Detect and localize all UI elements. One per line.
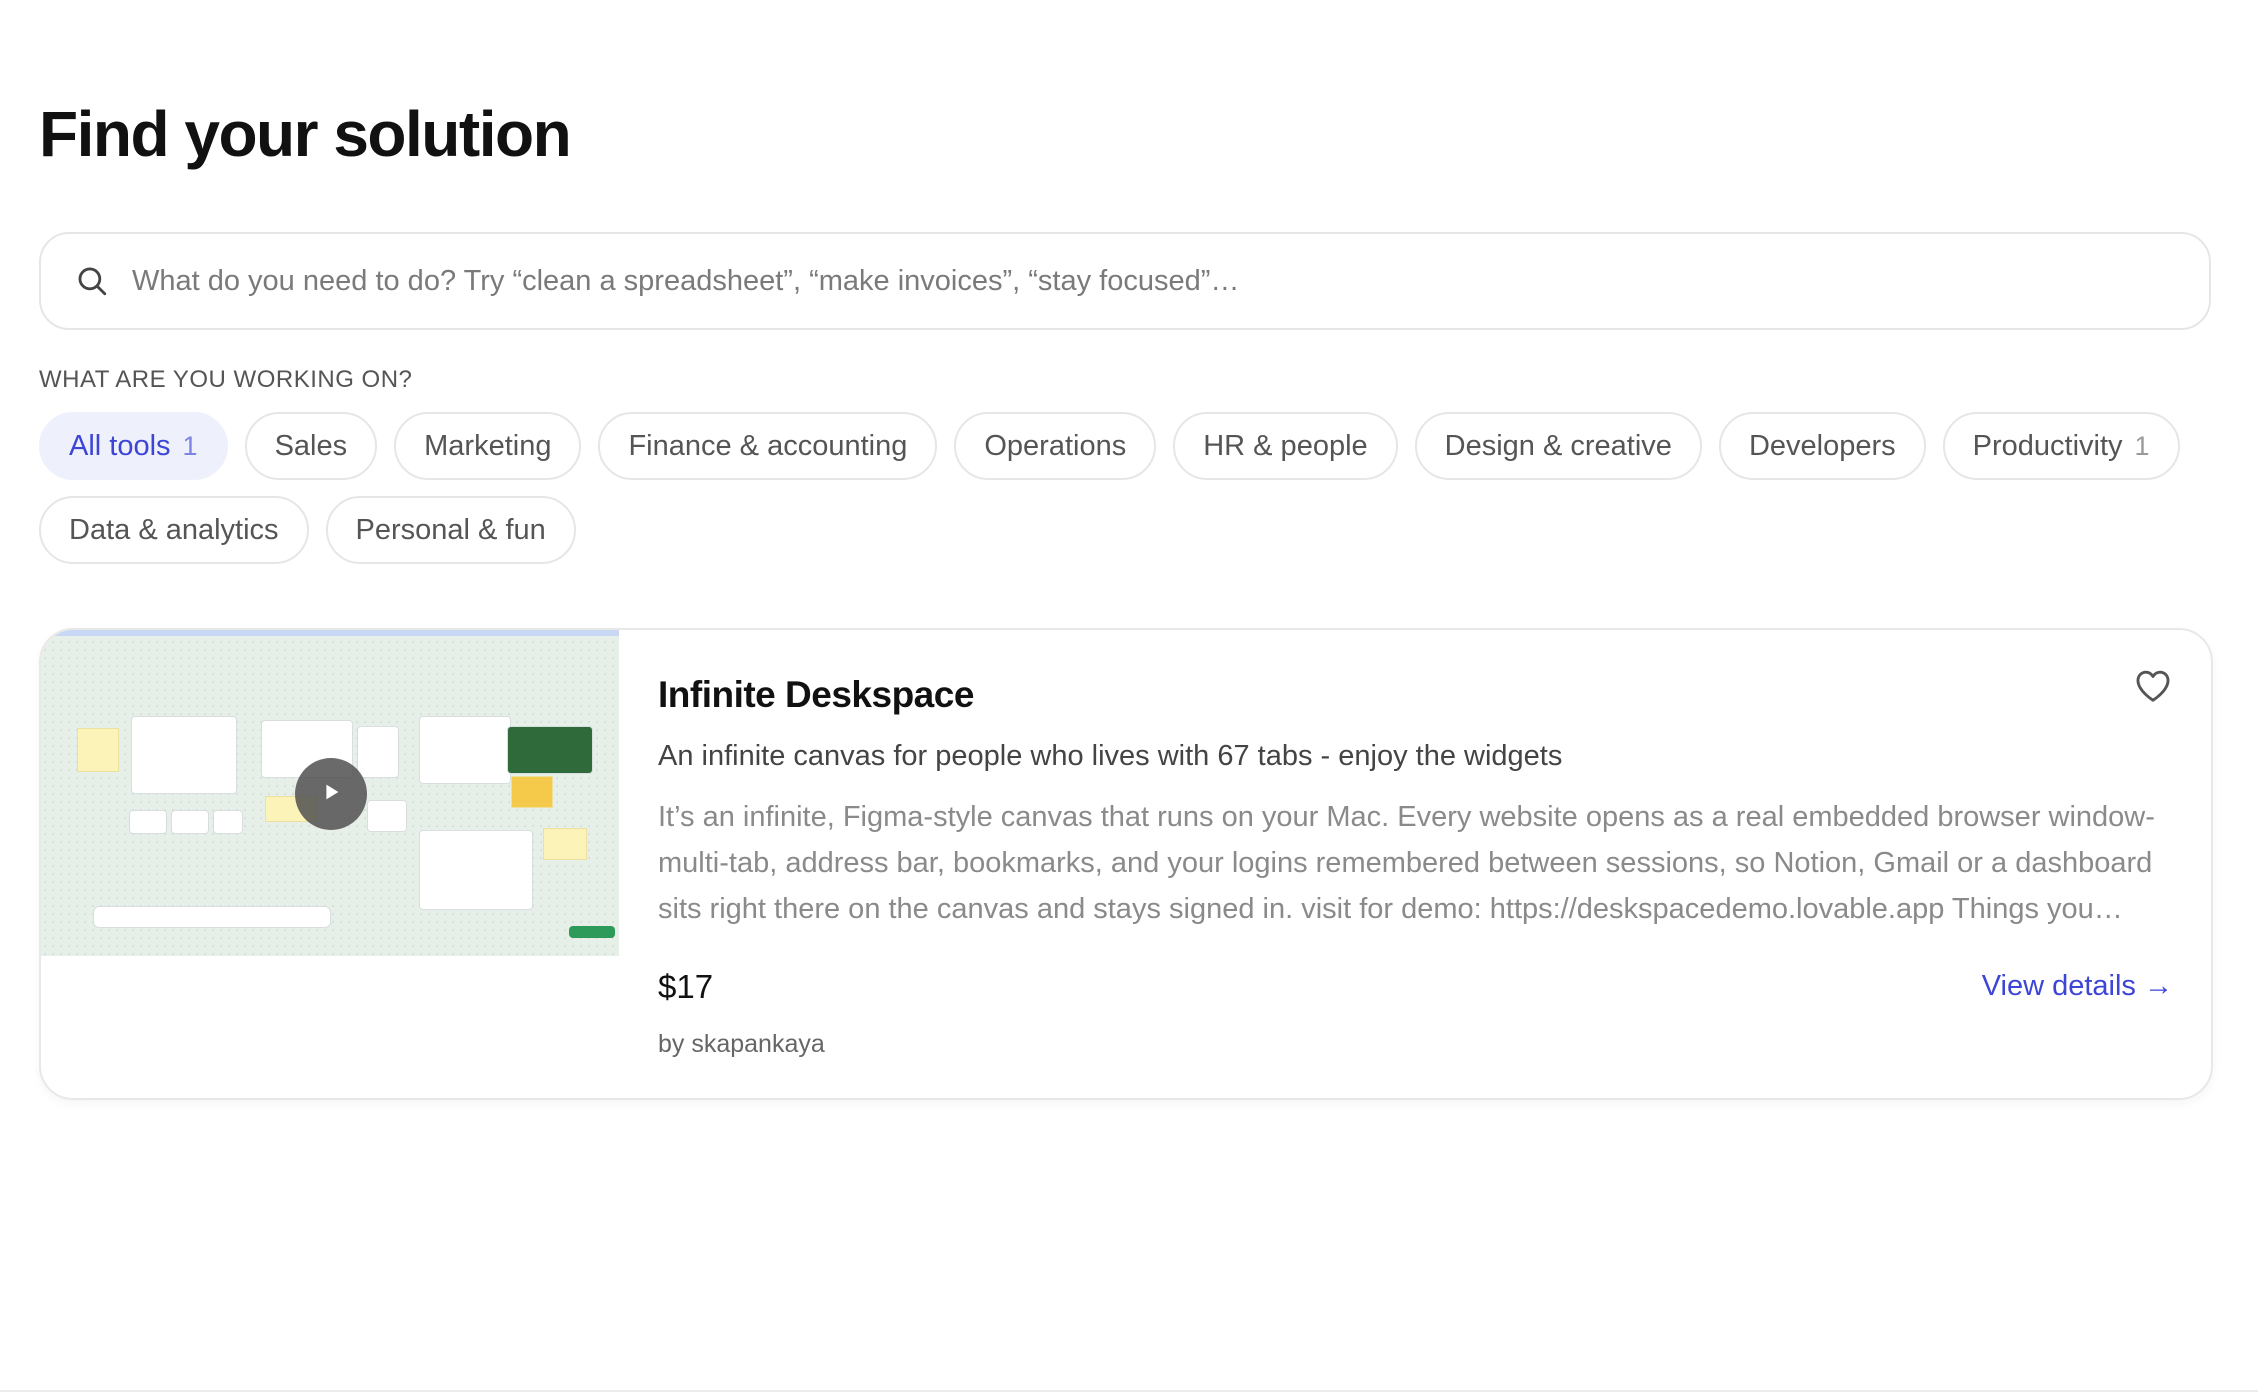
thumbnail-widget (367, 800, 407, 832)
filter-section-label: WHAT ARE YOU WORKING ON? (39, 366, 413, 393)
chip-design-creative[interactable]: Design & creative (1414, 412, 1702, 480)
chip-label: Data & analytics (69, 513, 279, 546)
thumbnail-widget (129, 810, 167, 834)
play-button[interactable] (295, 758, 367, 830)
thumbnail-topbar (41, 630, 619, 636)
search-bar[interactable] (39, 232, 2211, 330)
favorite-button[interactable] (2133, 668, 2173, 708)
thumbnail-sticky-note (77, 728, 119, 772)
chip-personal-fun[interactable]: Personal & fun (325, 496, 576, 564)
thumbnail-widget (131, 716, 237, 794)
thumbnail-widget (419, 716, 511, 784)
chip-label: Sales (274, 429, 348, 462)
play-icon (320, 781, 342, 808)
chip-label: Marketing (424, 429, 552, 462)
page-title: Find your solution (39, 98, 572, 170)
view-details-link[interactable]: View details → (1982, 970, 2173, 1003)
chip-count: 1 (182, 430, 198, 461)
chip-operations[interactable]: Operations (954, 412, 1157, 480)
category-chips: All tools 1 Sales Marketing Finance & ac… (39, 412, 2229, 564)
product-price: $17 (658, 968, 714, 1005)
product-author: by skapankaya (658, 1030, 825, 1058)
thumbnail-tag (569, 926, 615, 938)
chip-sales[interactable]: Sales (244, 412, 378, 480)
search-icon (74, 263, 110, 299)
product-video-thumbnail[interactable] (41, 630, 619, 956)
chip-label: Developers (1748, 429, 1896, 462)
chip-productivity[interactable]: Productivity 1 (1942, 412, 2180, 480)
thumbnail-widget (419, 830, 533, 910)
thumbnail-widget (357, 726, 399, 778)
chip-data-analytics[interactable]: Data & analytics (39, 496, 309, 564)
thumbnail-toolbar (93, 906, 331, 928)
chip-label: Finance & accounting (628, 429, 908, 462)
chip-label: Design & creative (1444, 429, 1672, 462)
thumbnail-sticky-note (543, 828, 587, 860)
thumbnail-widget (213, 810, 243, 834)
product-description: It’s an infinite, Figma-style canvas tha… (658, 801, 2155, 925)
chip-label: Productivity (1972, 429, 2123, 462)
heart-icon (2134, 668, 2172, 709)
chip-count: 1 (2134, 430, 2150, 461)
chip-label: Personal & fun (355, 513, 546, 546)
chip-marketing[interactable]: Marketing (394, 412, 582, 480)
thumbnail-widget (171, 810, 209, 834)
page: Find your solution WHAT ARE YOU WORKING … (0, 0, 2258, 1394)
chip-finance-accounting[interactable]: Finance & accounting (598, 412, 938, 480)
product-tagline: An infinite canvas for people who lives … (658, 740, 1563, 772)
product-name[interactable]: Infinite Deskspace (658, 674, 974, 716)
search-input[interactable] (130, 263, 2179, 299)
chip-label: HR & people (1203, 429, 1368, 462)
chip-hr-people[interactable]: HR & people (1173, 412, 1398, 480)
product-details: Infinite Deskspace An infinite canvas fo… (658, 630, 2211, 1098)
chip-all-tools[interactable]: All tools 1 (39, 412, 228, 480)
thumbnail-video-preview (507, 726, 593, 774)
chip-label: All tools (69, 429, 171, 462)
chip-developers[interactable]: Developers (1718, 412, 1926, 480)
product-card[interactable]: Infinite Deskspace An infinite canvas fo… (39, 628, 2213, 1100)
thumbnail-sticky-note (511, 776, 553, 808)
chip-label: Operations (984, 429, 1127, 462)
page-divider (0, 1390, 2258, 1392)
